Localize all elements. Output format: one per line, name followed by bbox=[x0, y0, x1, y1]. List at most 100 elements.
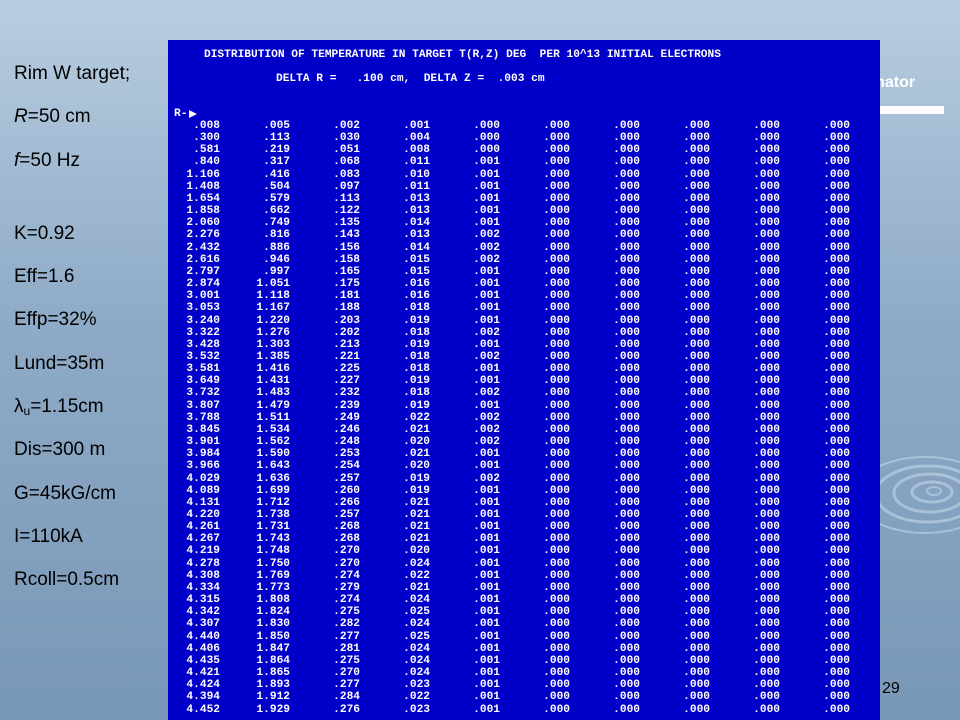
table-cell: .000 bbox=[753, 703, 780, 716]
table-cell: .000 bbox=[823, 180, 850, 193]
table-cell: .113 bbox=[263, 132, 290, 145]
table-cell: 1.750 bbox=[256, 557, 290, 570]
table-cell: .000 bbox=[823, 168, 850, 181]
table-cell: .013 bbox=[403, 229, 430, 242]
table-cell: .002 bbox=[473, 253, 500, 266]
table-cell: .000 bbox=[683, 192, 710, 205]
table-cell: 1.479 bbox=[256, 399, 290, 412]
table-cell: .001 bbox=[473, 290, 500, 303]
param-spacer bbox=[14, 192, 174, 222]
table-cell: .000 bbox=[753, 557, 780, 570]
table-cell: .113 bbox=[333, 192, 360, 205]
parameter-list: Rim W target; R=50 cm f=50 Hz K=0.92 Eff=1.6… bbox=[14, 62, 174, 612]
table-cell: .000 bbox=[543, 156, 570, 169]
table-cell: .175 bbox=[333, 278, 360, 291]
table-cell: .000 bbox=[613, 302, 640, 315]
table-row: 3.649 1.431 .227 .019 .001 .000 .000 .000 .000 .0… bbox=[176, 375, 850, 387]
table-cell: .002 bbox=[473, 472, 500, 485]
table-cell: .001 bbox=[473, 448, 500, 461]
table-row: 4.315 1.808 .274 .024 .001 .000 .000 .000 .000 .0… bbox=[176, 594, 850, 606]
table-cell: .001 bbox=[473, 569, 500, 582]
table-cell: .000 bbox=[823, 448, 850, 461]
table-cell: 4.219 bbox=[186, 545, 220, 558]
table-cell: .000 bbox=[543, 314, 570, 327]
table-cell: .001 bbox=[473, 521, 500, 534]
param-prefix: Rim W target; bbox=[14, 63, 131, 84]
param-item: I=110kA bbox=[14, 525, 174, 568]
table-row: 4.267 1.743 .268 .021 .001 .000 .000 .000 .000 .0… bbox=[176, 533, 850, 545]
table-cell: .000 bbox=[753, 594, 780, 607]
table-cell: .000 bbox=[683, 533, 710, 546]
table-cell: .000 bbox=[613, 436, 640, 449]
table-row: 4.435 1.864 .275 .024 .001 .000 .000 .000 .000 .0… bbox=[176, 655, 850, 667]
table-cell: .001 bbox=[473, 205, 500, 218]
table-cell: .000 bbox=[823, 703, 850, 716]
table-cell: 2.616 bbox=[186, 253, 220, 266]
table-cell: .001 bbox=[473, 375, 500, 388]
table-cell: .000 bbox=[613, 265, 640, 278]
table-cell: .021 bbox=[403, 509, 430, 521]
table-cell: 2.874 bbox=[186, 278, 220, 291]
table-cell: 3.966 bbox=[186, 460, 220, 473]
table-cell: 4.440 bbox=[186, 630, 220, 643]
table-cell: .581 bbox=[193, 144, 220, 157]
table-cell: .000 bbox=[683, 484, 710, 497]
table-cell: .000 bbox=[823, 156, 850, 169]
table-cell: 4.029 bbox=[186, 472, 220, 485]
table-cell: .000 bbox=[823, 691, 850, 704]
table-subtitle: DELTA R = .100 cm, DELTA Z = .003 cm bbox=[276, 73, 545, 85]
table-cell: .000 bbox=[613, 290, 640, 303]
table-cell: .000 bbox=[753, 642, 780, 655]
table-cell: .000 bbox=[683, 691, 710, 704]
table-cell: .000 bbox=[753, 363, 780, 376]
table-cell: .000 bbox=[683, 545, 710, 558]
table-row: 3.428 1.303 .213 .019 .001 .000 .000 .000 .000 .0… bbox=[176, 339, 850, 351]
table-cell: .000 bbox=[683, 557, 710, 570]
table-cell: .000 bbox=[613, 667, 640, 680]
table-cell: 1.276 bbox=[256, 326, 290, 339]
table-cell: 4.421 bbox=[186, 667, 220, 680]
table-cell: 4.308 bbox=[186, 569, 220, 582]
table-cell: .001 bbox=[473, 509, 500, 521]
table-cell: .000 bbox=[613, 484, 640, 497]
table-cell: .001 bbox=[473, 654, 500, 667]
table-cell: 4.267 bbox=[186, 533, 220, 546]
table-cell: .239 bbox=[333, 399, 360, 412]
table-cell: .257 bbox=[333, 472, 360, 485]
table-cell: .000 bbox=[613, 192, 640, 205]
table-cell: 3.581 bbox=[186, 363, 220, 376]
table-cell: .946 bbox=[263, 253, 290, 266]
table-cell: .000 bbox=[683, 180, 710, 193]
table-row: 4.394 1.912 .284 .022 .001 .000 .000 .000 .000 .0… bbox=[176, 691, 850, 703]
table-cell: .000 bbox=[823, 436, 850, 449]
table-cell: .000 bbox=[683, 156, 710, 169]
param-prefix: K=0.92 bbox=[14, 222, 75, 244]
table-cell: .000 bbox=[753, 180, 780, 193]
table-cell: 1.865 bbox=[256, 667, 290, 680]
table-cell: .021 bbox=[403, 521, 430, 534]
table-cell: 1.654 bbox=[186, 192, 220, 205]
table-cell: .001 bbox=[473, 496, 500, 509]
table-cell: .000 bbox=[613, 545, 640, 558]
table-cell: .143 bbox=[333, 229, 360, 242]
table-cell: .000 bbox=[683, 217, 710, 230]
table-cell: .000 bbox=[613, 496, 640, 509]
param-suffix: =1.15cm bbox=[30, 396, 104, 418]
table-cell: 3.649 bbox=[186, 375, 220, 388]
table-cell: .000 bbox=[823, 290, 850, 303]
table-cell: .000 bbox=[543, 521, 570, 534]
table-cell: .000 bbox=[753, 533, 780, 546]
param-item: Lund=35m bbox=[14, 352, 174, 395]
table-cell: .279 bbox=[333, 581, 360, 594]
param-item: f=50 Hz bbox=[14, 149, 174, 192]
table-title: DISTRIBUTION OF TEMPERATURE IN TARGET T(… bbox=[204, 49, 721, 61]
table-row: 1.858 .662 .122 .013 .001 .000 .000 .000 .000 .00… bbox=[176, 205, 850, 217]
table-cell: .000 bbox=[613, 132, 640, 145]
table-cell: .000 bbox=[823, 642, 850, 655]
table-cell: .749 bbox=[263, 217, 290, 230]
table-cell: 1.167 bbox=[256, 302, 290, 315]
table-cell: 4.220 bbox=[186, 509, 220, 521]
table-cell: .000 bbox=[823, 581, 850, 594]
table-cell: .000 bbox=[683, 265, 710, 278]
table-cell: .000 bbox=[753, 581, 780, 594]
